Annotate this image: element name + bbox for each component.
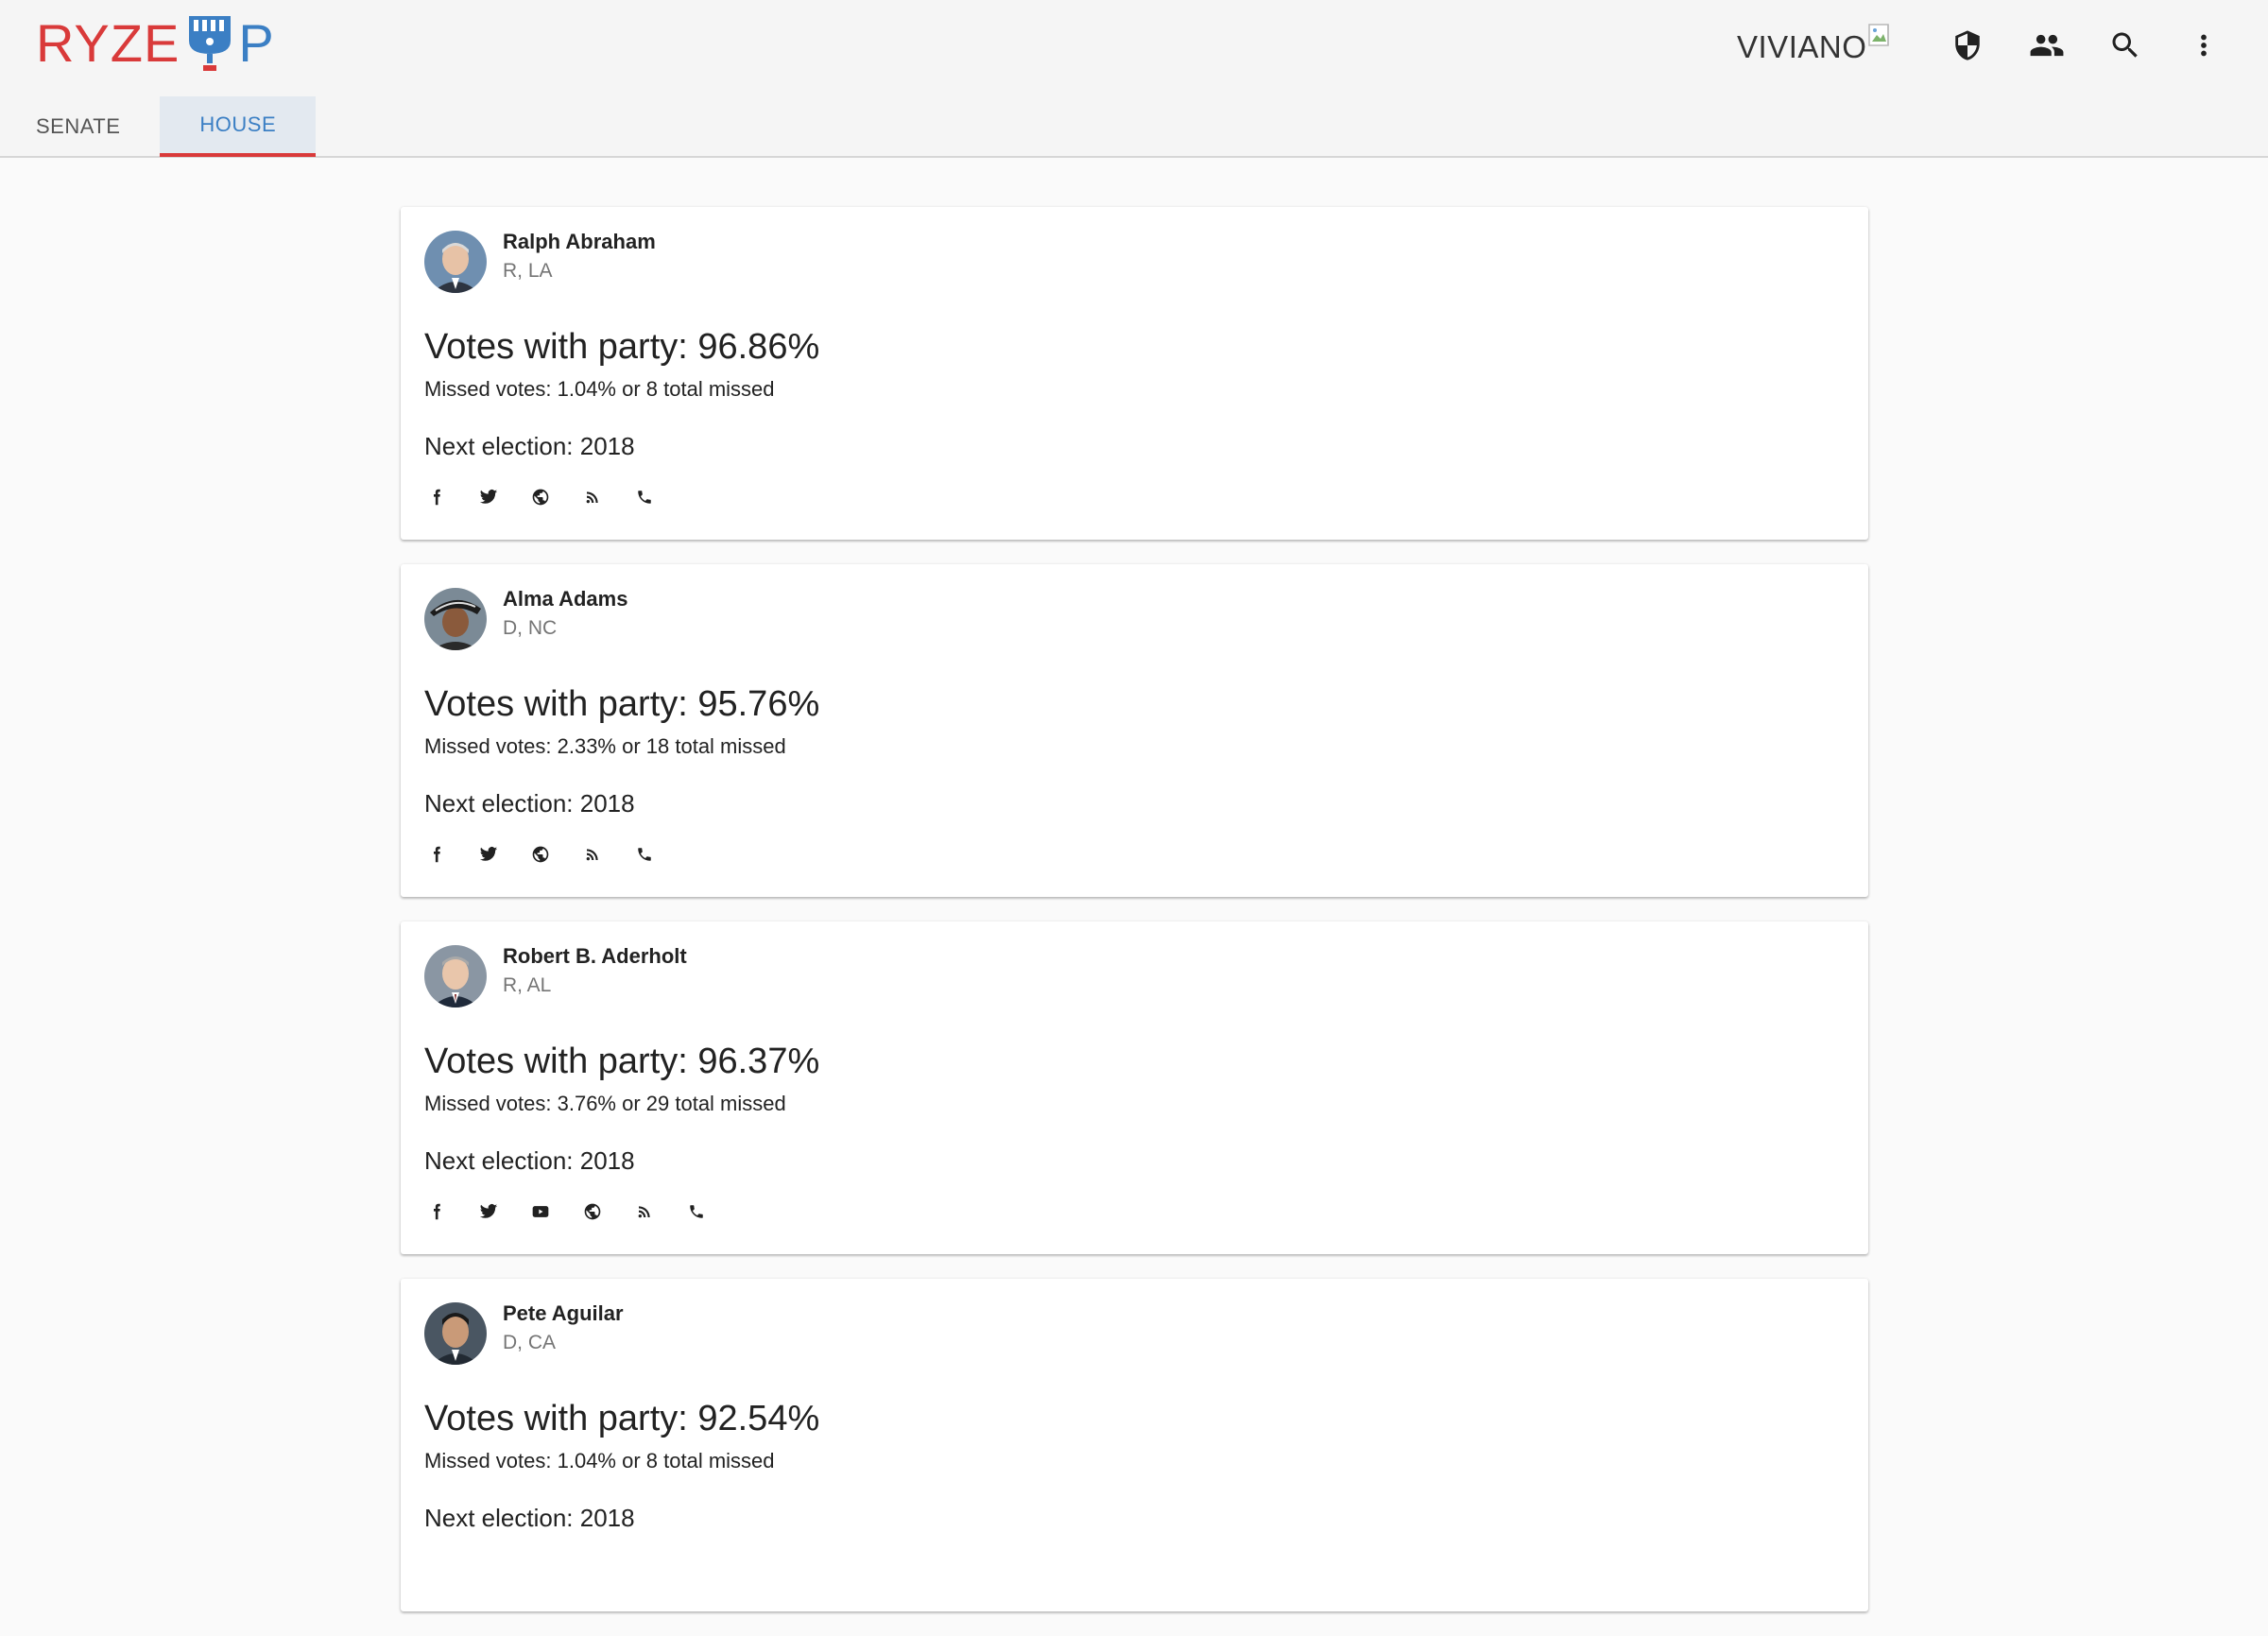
next-election: Next election: 2018 (424, 432, 635, 460)
representative-card: Ralph Abraham R, LA Votes with party: 96… (401, 207, 1868, 540)
missed-votes: Missed votes: 1.04% or 8 total missed (424, 1449, 775, 1472)
contact-links (424, 1199, 725, 1224)
contact-links (424, 842, 673, 867)
website-icon[interactable] (528, 842, 553, 867)
twitter-icon[interactable] (476, 1199, 501, 1224)
votes-with-party: Votes with party: 96.86% (424, 327, 820, 367)
microphone-logo-icon (189, 16, 232, 71)
phone-icon[interactable] (632, 485, 657, 509)
search-icon[interactable] (2105, 25, 2146, 66)
more-vert-icon[interactable] (2183, 25, 2225, 66)
website-icon[interactable] (528, 485, 553, 509)
logo-text-left: RYZE (36, 13, 180, 73)
representative-name[interactable]: Ralph Abraham (503, 230, 656, 254)
missed-votes: Missed votes: 1.04% or 8 total missed (424, 377, 775, 401)
avatar[interactable] (424, 588, 487, 650)
app-logo[interactable]: RYZE P (36, 11, 275, 76)
tab-senate[interactable]: SENATE (0, 96, 156, 157)
facebook-icon[interactable] (424, 842, 449, 867)
representative-list: Ralph Abraham R, LA Votes with party: 96… (401, 207, 1868, 1636)
representative-party-state: D, CA (503, 1332, 557, 1353)
representative-party-state: R, AL (503, 974, 552, 996)
next-election: Next election: 2018 (424, 1504, 635, 1532)
youtube-icon[interactable] (528, 1199, 553, 1224)
tab-house[interactable]: HOUSE (160, 96, 317, 157)
votes-with-party: Votes with party: 95.76% (424, 684, 820, 724)
rss-icon[interactable] (580, 485, 605, 509)
facebook-icon[interactable] (424, 1199, 449, 1224)
avatar[interactable] (424, 945, 487, 1007)
twitter-icon[interactable] (476, 842, 501, 867)
app-bar: RYZE P VIVIANO SENATE HOUSE (0, 0, 2268, 158)
votes-with-party: Votes with party: 92.54% (424, 1399, 820, 1438)
representative-name[interactable]: Pete Aguilar (503, 1301, 624, 1326)
rss-icon[interactable] (632, 1199, 657, 1224)
chamber-tabs: SENATE HOUSE (0, 96, 317, 157)
representative-party-state: D, NC (503, 617, 558, 639)
logo-text-right: P (238, 13, 275, 73)
avatar[interactable] (424, 231, 487, 293)
next-election: Next election: 2018 (424, 789, 635, 818)
user-name[interactable]: VIVIANO (1737, 26, 1866, 68)
broken-avatar-image-icon[interactable] (1867, 23, 1896, 51)
facebook-icon[interactable] (424, 485, 449, 509)
twitter-icon[interactable] (476, 485, 501, 509)
next-election: Next election: 2018 (424, 1146, 635, 1175)
representative-card: Pete Aguilar D, CA Votes with party: 92.… (401, 1279, 1868, 1611)
contact-links (424, 485, 673, 509)
website-icon[interactable] (580, 1199, 605, 1224)
representative-card: Alma Adams D, NC Votes with party: 95.76… (401, 564, 1868, 897)
rss-icon[interactable] (580, 842, 605, 867)
representative-name[interactable]: Robert B. Aderholt (503, 944, 687, 969)
representative-card: Robert B. Aderholt R, AL Votes with part… (401, 921, 1868, 1254)
missed-votes: Missed votes: 2.33% or 18 total missed (424, 734, 786, 758)
phone-icon[interactable] (684, 1199, 709, 1224)
phone-icon[interactable] (632, 842, 657, 867)
people-icon[interactable] (2026, 25, 2068, 66)
representative-party-state: R, LA (503, 260, 553, 282)
representative-name[interactable]: Alma Adams (503, 587, 627, 611)
avatar[interactable] (424, 1302, 487, 1365)
shield-icon[interactable] (1947, 25, 1988, 66)
missed-votes: Missed votes: 3.76% or 29 total missed (424, 1092, 786, 1115)
votes-with-party: Votes with party: 96.37% (424, 1042, 820, 1081)
